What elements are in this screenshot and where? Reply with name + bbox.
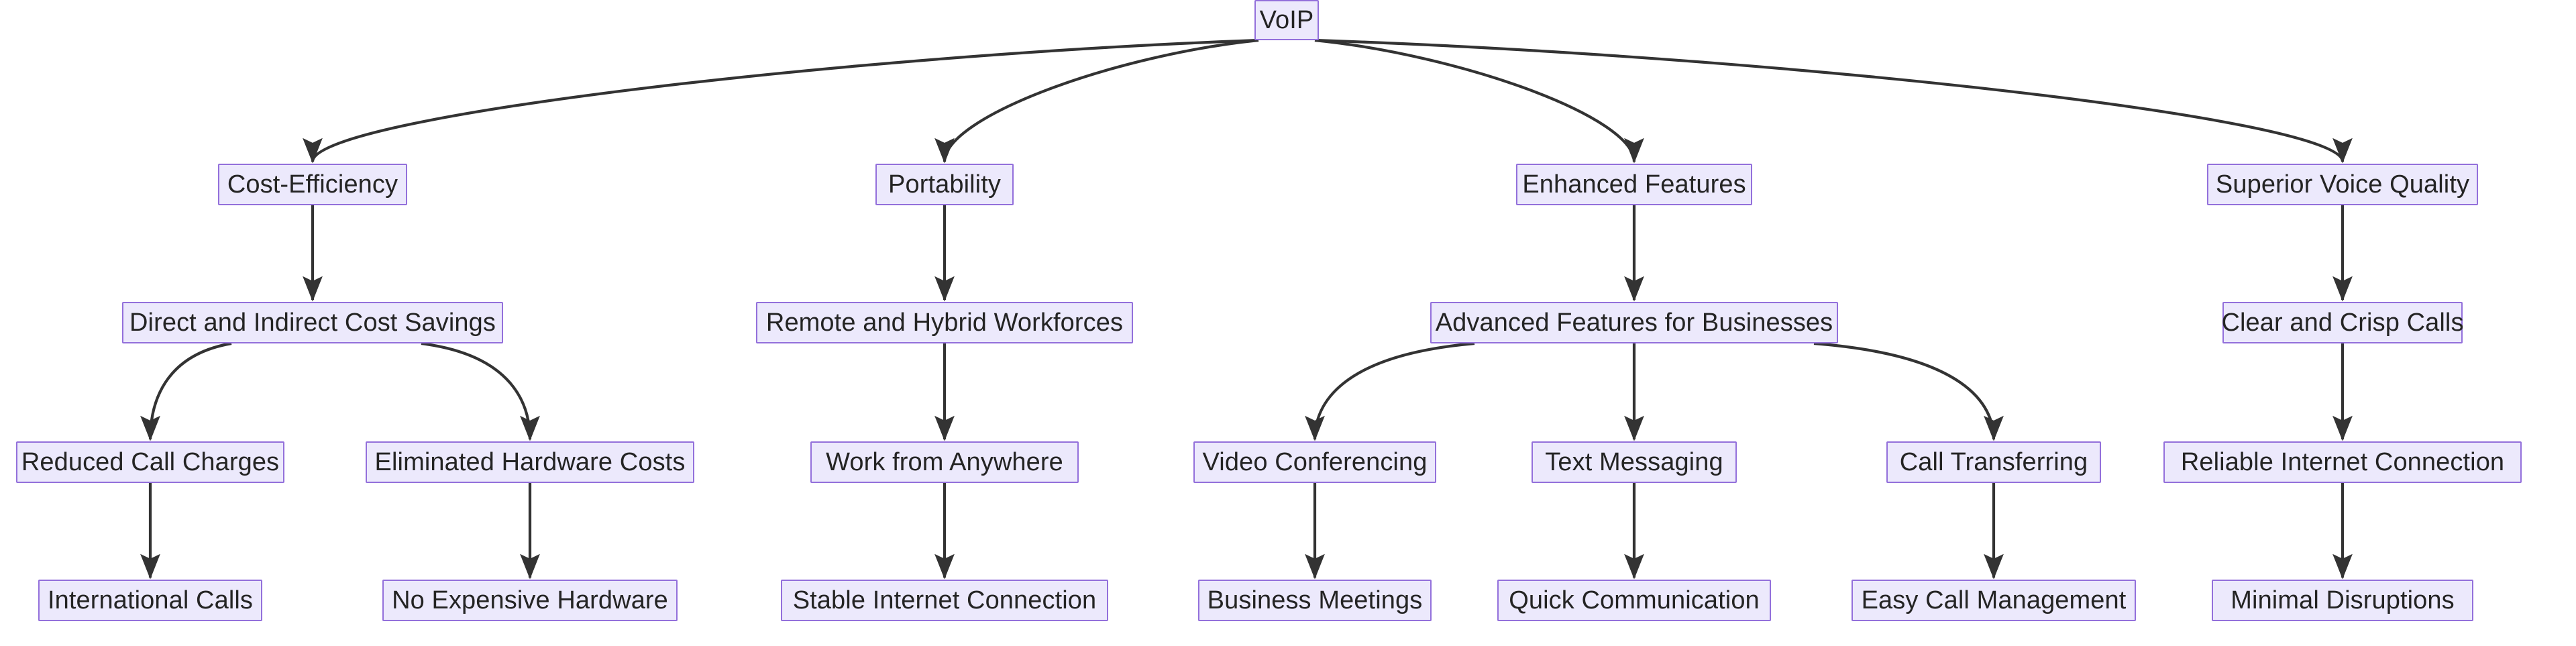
node-label: Enhanced Features (1522, 170, 1746, 199)
node-eliminated[interactable]: Eliminated Hardware Costs (366, 441, 694, 483)
node-transfer[interactable]: Call Transferring (1886, 441, 2101, 483)
edge-voip-to-cost (303, 38, 1259, 164)
node-label: Reliable Internet Connection (2180, 448, 2505, 476)
node-advanced[interactable]: Advanced Features for Businesses (1430, 302, 1838, 343)
node-label: International Calls (47, 586, 254, 614)
node-intlcalls[interactable]: International Calls (38, 580, 262, 621)
node-cost[interactable]: Cost-Efficiency (218, 164, 407, 205)
node-workanywhere[interactable]: Work from Anywhere (810, 441, 1079, 483)
edge-voip-to-voice (1314, 38, 2353, 164)
node-label: VoIP (1259, 6, 1314, 34)
edge-savings-to-reduced (140, 341, 232, 441)
node-reliable[interactable]: Reliable Internet Connection (2163, 441, 2522, 483)
node-voip[interactable]: VoIP (1254, 0, 1319, 40)
node-label: Video Conferencing (1202, 448, 1428, 476)
node-easymgmt[interactable]: Easy Call Management (1851, 580, 2136, 621)
node-label: Advanced Features for Businesses (1435, 309, 1833, 337)
node-label: Stable Internet Connection (792, 586, 1097, 614)
node-reduced[interactable]: Reduced Call Charges (16, 441, 284, 483)
node-savings[interactable]: Direct and Indirect Cost Savings (122, 302, 503, 343)
node-label: Easy Call Management (1861, 586, 2127, 614)
edge-advanced-to-transfer (1813, 341, 2004, 441)
node-label: Business Meetings (1207, 586, 1423, 614)
node-label: Portability (888, 170, 1001, 199)
flowchart-diagram: VoIP Cost-Efficiency Portability Enhanced F… (0, 0, 2576, 646)
node-label: Reduced Call Charges (21, 448, 280, 476)
node-label: Direct and Indirect Cost Savings (129, 309, 496, 337)
node-label: Eliminated Hardware Costs (374, 448, 686, 476)
edge-savings-to-eliminated (421, 341, 540, 441)
node-stablenet[interactable]: Stable Internet Connection (781, 580, 1108, 621)
node-label: Remote and Hybrid Workforces (765, 309, 1124, 337)
node-label: Call Transferring (1899, 448, 2088, 476)
node-clear[interactable]: Clear and Crisp Calls (2221, 302, 2464, 343)
node-nohardware[interactable]: No Expensive Hardware (382, 580, 678, 621)
node-quickcomm[interactable]: Quick Communication (1497, 580, 1771, 621)
node-label: No Expensive Hardware (392, 586, 668, 614)
node-meetings[interactable]: Business Meetings (1198, 580, 1432, 621)
node-label: Clear and Crisp Calls (2221, 309, 2464, 337)
node-label: Text Messaging (1545, 448, 1723, 476)
node-label: Superior Voice Quality (2215, 170, 2470, 199)
node-portability[interactable]: Portability (875, 164, 1014, 205)
node-textmsg[interactable]: Text Messaging (1532, 441, 1737, 483)
node-label: Quick Communication (1509, 586, 1760, 614)
node-label: Cost-Efficiency (227, 170, 398, 199)
edge-advanced-to-video (1305, 341, 1475, 441)
edge-voip-to-enhanced (1314, 38, 1644, 164)
node-label: Minimal Disruptions (2231, 586, 2455, 614)
node-remote[interactable]: Remote and Hybrid Workforces (756, 302, 1133, 343)
node-enhanced[interactable]: Enhanced Features (1516, 164, 1752, 205)
node-voice[interactable]: Superior Voice Quality (2207, 164, 2478, 205)
node-video[interactable]: Video Conferencing (1193, 441, 1436, 483)
node-label: Work from Anywhere (826, 448, 1063, 476)
edge-voip-to-portability (934, 38, 1259, 164)
node-minimal[interactable]: Minimal Disruptions (2212, 580, 2473, 621)
